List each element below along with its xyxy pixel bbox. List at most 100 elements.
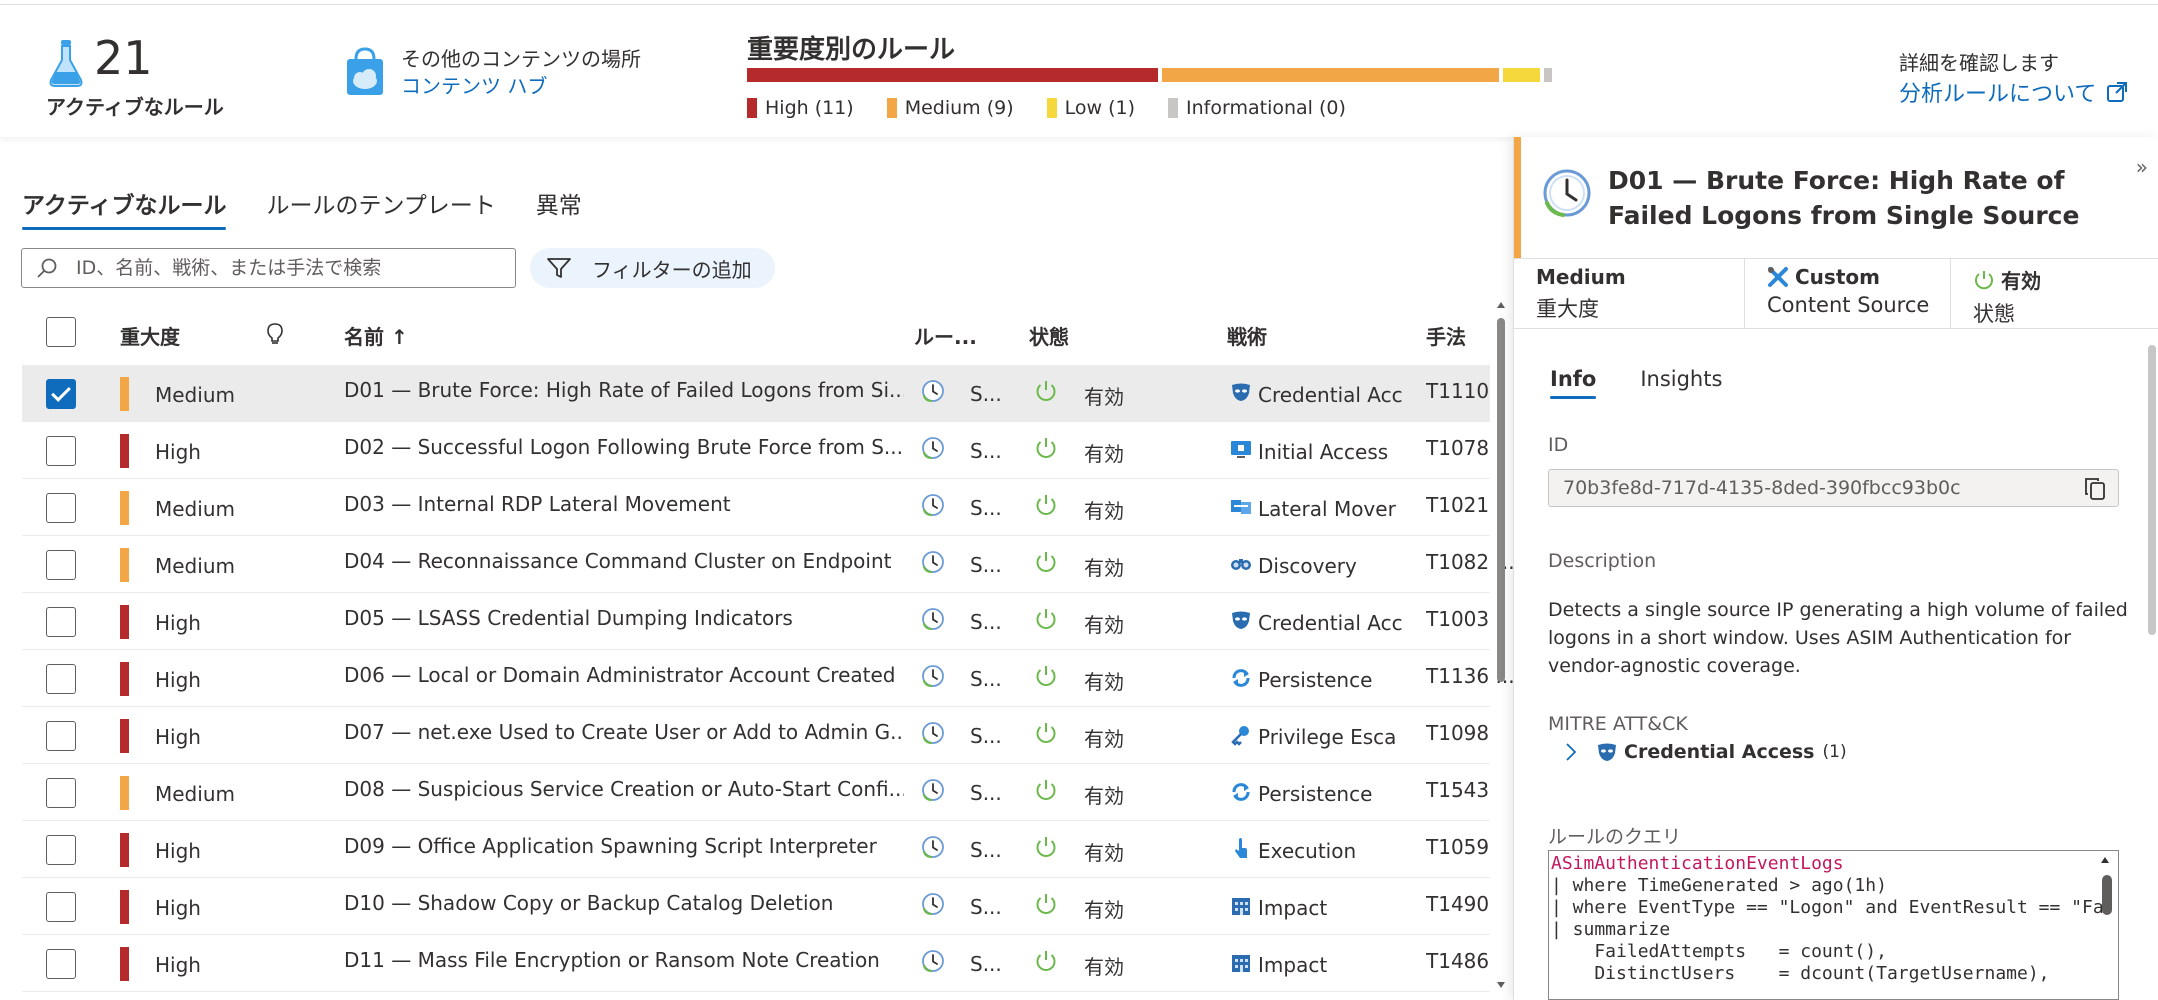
state-cell: 有効: [1084, 955, 1124, 979]
state-label: 有効: [2001, 269, 2041, 293]
row-checkbox[interactable]: [46, 835, 76, 865]
severity-legend-item: Low (1): [1046, 97, 1136, 119]
tab-active-rules[interactable]: アクティブなルール: [22, 186, 227, 230]
query-line: DistinctUsers = dcount(TargetUsername),: [1551, 963, 2050, 984]
table-row[interactable]: Medium D03 — Internal RDP Lateral Movemen…: [22, 479, 1490, 536]
lightbulb-icon[interactable]: [266, 322, 284, 346]
rule-name-cell[interactable]: D11 — Mass File Encryption or Ransom Not…: [344, 948, 904, 972]
scroll-up-icon[interactable]: [1496, 300, 1506, 310]
copy-icon[interactable]: [2084, 477, 2106, 501]
row-checkbox[interactable]: [46, 778, 76, 808]
description-label: Description: [1548, 550, 1657, 572]
legend-label: Low (1): [1064, 97, 1136, 119]
screen-lock-icon: [1230, 439, 1252, 466]
rule-name-cell[interactable]: D03 — Internal RDP Lateral Movement: [344, 492, 904, 516]
power-icon: [1034, 493, 1058, 522]
rule-name-cell[interactable]: D05 — LSASS Credential Dumping Indicator…: [344, 606, 904, 630]
legend-swatch: [1168, 98, 1179, 118]
table-scrollbar[interactable]: [1494, 300, 1508, 990]
rule-name-cell[interactable]: D06 — Local or Domain Administrator Acco…: [344, 663, 904, 687]
scheduled-rule-icon: [921, 721, 945, 750]
rule-type-cell: S...: [970, 439, 1002, 463]
scheduled-rule-icon: [921, 607, 945, 636]
row-checkbox[interactable]: [46, 607, 76, 637]
search-icon: [37, 258, 57, 278]
mask-icon: [1598, 743, 1616, 761]
mask-icon: [1230, 382, 1252, 409]
rule-name-cell[interactable]: D08 — Suspicious Service Creation or Aut…: [344, 777, 904, 801]
filter-icon: [547, 258, 571, 278]
row-checkbox[interactable]: [46, 493, 76, 523]
pane-scroll-thumb[interactable]: [2148, 345, 2156, 635]
query-scroll-up-icon[interactable]: [2100, 855, 2110, 865]
query-scroll-thumb[interactable]: [2102, 875, 2112, 915]
legend-swatch: [747, 98, 757, 118]
query-line: | where EventType == "Logon" and EventRe…: [1551, 897, 2104, 918]
tab-info[interactable]: Info: [1550, 367, 1597, 399]
tab-insights[interactable]: Insights: [1640, 367, 1722, 399]
table-row[interactable]: High D10 — Shadow Copy or Backup Catalog …: [22, 878, 1490, 935]
state-cell: 有効: [1084, 385, 1124, 409]
severity-cell: Medium: [155, 383, 235, 407]
scroll-down-icon[interactable]: [1496, 980, 1506, 990]
column-name[interactable]: 名前 ↑: [344, 321, 408, 350]
row-checkbox[interactable]: [46, 892, 76, 922]
table-row[interactable]: High D06 — Local or Domain Administrator …: [22, 650, 1515, 707]
rule-name-cell[interactable]: D01 — Brute Force: High Rate of Failed L…: [344, 378, 904, 402]
content-hub-link[interactable]: コンテンツ ハブ: [401, 70, 547, 99]
transfer-icon: [1230, 496, 1252, 523]
tactic-cell: Privilege Esca: [1258, 725, 1397, 749]
rule-name-cell[interactable]: D10 — Shadow Copy or Backup Catalog Dele…: [344, 891, 904, 915]
row-checkbox[interactable]: [46, 436, 76, 466]
column-severity[interactable]: 重大度: [120, 321, 180, 350]
collapse-pane-icon[interactable]: »: [2136, 155, 2148, 179]
technique-cell: T1486: [1426, 949, 1490, 973]
search-box[interactable]: [21, 248, 516, 288]
table-row[interactable]: Medium D08 — Suspicious Service Creation …: [22, 764, 1490, 821]
table-row[interactable]: High D09 — Office Application Spawning Sc…: [22, 821, 1490, 878]
rule-name-cell[interactable]: D07 — net.exe Used to Create User or Add…: [344, 720, 904, 744]
rule-name-cell[interactable]: D02 — Successful Logon Following Brute F…: [344, 435, 904, 459]
external-link-icon: [2107, 82, 2128, 102]
add-filter-button[interactable]: フィルターの追加: [530, 248, 775, 288]
learn-more-link[interactable]: 分析ルールについて: [1899, 76, 2128, 108]
table-scroll-thumb[interactable]: [1497, 318, 1505, 682]
table-row[interactable]: Medium D04 — Reconnaissance Command Clust…: [22, 536, 1515, 593]
pane-scrollbar[interactable]: [2146, 345, 2158, 1000]
select-all-checkbox[interactable]: [46, 317, 76, 347]
severity-indicator: [120, 947, 129, 981]
power-icon: [1034, 436, 1058, 465]
rule-name-cell[interactable]: D04 — Reconnaissance Command Cluster on …: [344, 549, 904, 573]
severity-indicator: [120, 605, 129, 639]
rule-name-cell[interactable]: D09 — Office Application Spawning Script…: [344, 834, 904, 858]
learn-more-link-label[interactable]: 分析ルールについて: [1899, 76, 2096, 108]
column-tactics[interactable]: 戦術: [1227, 321, 1267, 350]
severity-segment: [1543, 68, 1552, 82]
chevron-right-icon[interactable]: [1564, 741, 1578, 763]
severity-cell: High: [155, 668, 201, 692]
column-techniques[interactable]: 手法: [1426, 321, 1466, 350]
row-checkbox[interactable]: [46, 949, 76, 979]
column-state[interactable]: 状態: [1029, 321, 1069, 350]
severity-value: Medium: [1536, 265, 1626, 289]
mitre-tactic-row[interactable]: Credential Access (1): [1564, 741, 1847, 763]
state-cell: 有効: [1084, 898, 1124, 922]
row-checkbox[interactable]: [46, 379, 76, 409]
table-row[interactable]: High D05 — LSASS Credential Dumping Indic…: [22, 593, 1490, 650]
severity-cell: High: [155, 725, 201, 749]
row-checkbox[interactable]: [46, 721, 76, 751]
row-checkbox[interactable]: [46, 550, 76, 580]
description-text: Detects a single source IP generating a …: [1548, 599, 2128, 677]
tab-rule-templates[interactable]: ルールのテンプレート: [266, 186, 495, 230]
tab-anomalies[interactable]: 異常: [536, 186, 582, 230]
table-row[interactable]: High D07 — net.exe Used to Create User or…: [22, 707, 1490, 764]
column-rule-type[interactable]: ルー...: [914, 321, 977, 350]
rule-query-editor[interactable]: ASimAuthenticationEventLogs | where TimeG…: [1548, 850, 2119, 1000]
scheduled-rule-icon: [921, 949, 945, 978]
table-row[interactable]: Medium D01 — Brute Force: High Rate of Fa…: [22, 365, 1490, 422]
table-row[interactable]: High D02 — Successful Logon Following Bru…: [22, 422, 1490, 479]
row-checkbox[interactable]: [46, 664, 76, 694]
table-row[interactable]: High D11 — Mass File Encryption or Ransom…: [22, 935, 1490, 992]
search-input[interactable]: [76, 257, 476, 279]
summary-header: 21 アクティブなルール その他のコンテンツの場所 コンテンツ ハブ 重要度別の…: [0, 5, 2158, 137]
